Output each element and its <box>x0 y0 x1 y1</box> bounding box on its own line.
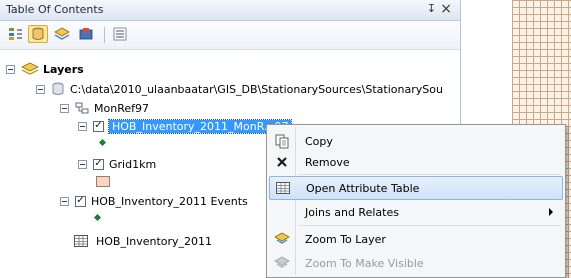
collapse-toggle[interactable] <box>60 196 69 206</box>
zoom-to-make-visible-icon <box>274 256 290 268</box>
menu-item-zoom-to-make-visible: Zoom To Make Visible <box>269 251 563 275</box>
layers-label: Layers <box>43 62 84 76</box>
table-label[interactable]: HOB_Inventory_2011 <box>96 235 212 248</box>
collapse-toggle[interactable] <box>78 121 87 131</box>
point-symbol-icon <box>98 138 107 147</box>
tree-row-layers[interactable]: Layers <box>6 60 84 78</box>
zoom-to-layer-icon <box>274 232 290 244</box>
collapse-toggle[interactable] <box>6 64 15 74</box>
attribute-table-icon <box>276 182 290 194</box>
toolbar-separator <box>104 27 105 43</box>
layer-visibility-checkbox[interactable]: ✓ <box>93 120 104 132</box>
collapse-toggle[interactable] <box>36 84 45 94</box>
menu-separator <box>299 225 561 226</box>
layer-context-menu: Copy Remove Open Attribute Table Joins a… <box>266 124 566 278</box>
layer-visibility-checkbox[interactable]: ✓ <box>75 195 86 207</box>
menu-item-label: Zoom To Make Visible <box>305 256 424 270</box>
tree-row-layer-selected[interactable]: ✓ HOB_Inventory_2011_MonR...97 <box>78 117 293 135</box>
list-by-drawing-order-icon[interactable] <box>6 25 26 43</box>
list-by-selection-icon[interactable] <box>76 25 96 43</box>
menu-item-open-attribute-table[interactable]: Open Attribute Table <box>269 176 563 200</box>
panel-title-bar[interactable]: Table Of Contents ↧ × <box>0 0 460 21</box>
menu-item-label: Copy <box>305 134 333 148</box>
dataset-label: MonRef97 <box>94 101 149 115</box>
polygon-symbol-icon <box>96 176 110 187</box>
layers-icon <box>21 62 39 75</box>
copy-icon <box>275 134 289 148</box>
menu-item-zoom-to-layer[interactable]: Zoom To Layer <box>269 227 563 251</box>
tree-row-dataset[interactable]: MonRef97 <box>60 99 149 117</box>
database-icon <box>52 82 64 95</box>
menu-separator <box>299 174 561 175</box>
close-icon[interactable]: × <box>440 1 452 17</box>
list-by-visibility-icon[interactable] <box>52 25 72 43</box>
toc-toolbar <box>0 21 460 50</box>
menu-item-joins-and-relates[interactable]: Joins and Relates <box>269 200 563 224</box>
source-path-label: C:\data\2010_ulaanbaatar\GIS_DB\Stationa… <box>70 82 443 96</box>
tree-row-source-path[interactable]: C:\data\2010_ulaanbaatar\GIS_DB\Stationa… <box>36 80 443 98</box>
menu-item-label: Joins and Relates <box>305 205 399 219</box>
menu-item-label: Open Attribute Table <box>306 181 420 195</box>
menu-item-remove[interactable]: Remove <box>269 150 563 174</box>
collapse-toggle[interactable] <box>60 103 69 113</box>
point-symbol-icon <box>93 213 102 222</box>
list-by-source-icon[interactable] <box>28 25 48 43</box>
options-icon[interactable] <box>110 25 130 43</box>
menu-item-label: Remove <box>305 155 350 169</box>
panel-title: Table Of Contents <box>6 3 104 16</box>
selected-layer-label[interactable]: HOB_Inventory_2011_MonR...97 <box>107 118 293 134</box>
submenu-arrow-icon <box>549 208 553 216</box>
layer-visibility-checkbox[interactable]: ✓ <box>93 158 104 170</box>
pin-icon[interactable]: ↧ <box>427 2 436 15</box>
tree-row-events-layer[interactable]: ✓ HOB_Inventory_2011 Events <box>60 192 248 210</box>
feature-dataset-icon <box>75 102 89 114</box>
menu-item-label: Zoom To Layer <box>305 232 386 246</box>
tree-row-grid-layer[interactable]: ✓ Grid1km <box>78 155 156 173</box>
table-icon <box>74 235 88 247</box>
tree-row-table[interactable]: HOB_Inventory_2011 <box>74 232 212 250</box>
collapse-toggle[interactable] <box>78 159 87 169</box>
grid-layer-label[interactable]: Grid1km <box>109 158 156 171</box>
events-layer-label[interactable]: HOB_Inventory_2011 Events <box>91 195 248 208</box>
remove-icon <box>277 157 287 167</box>
